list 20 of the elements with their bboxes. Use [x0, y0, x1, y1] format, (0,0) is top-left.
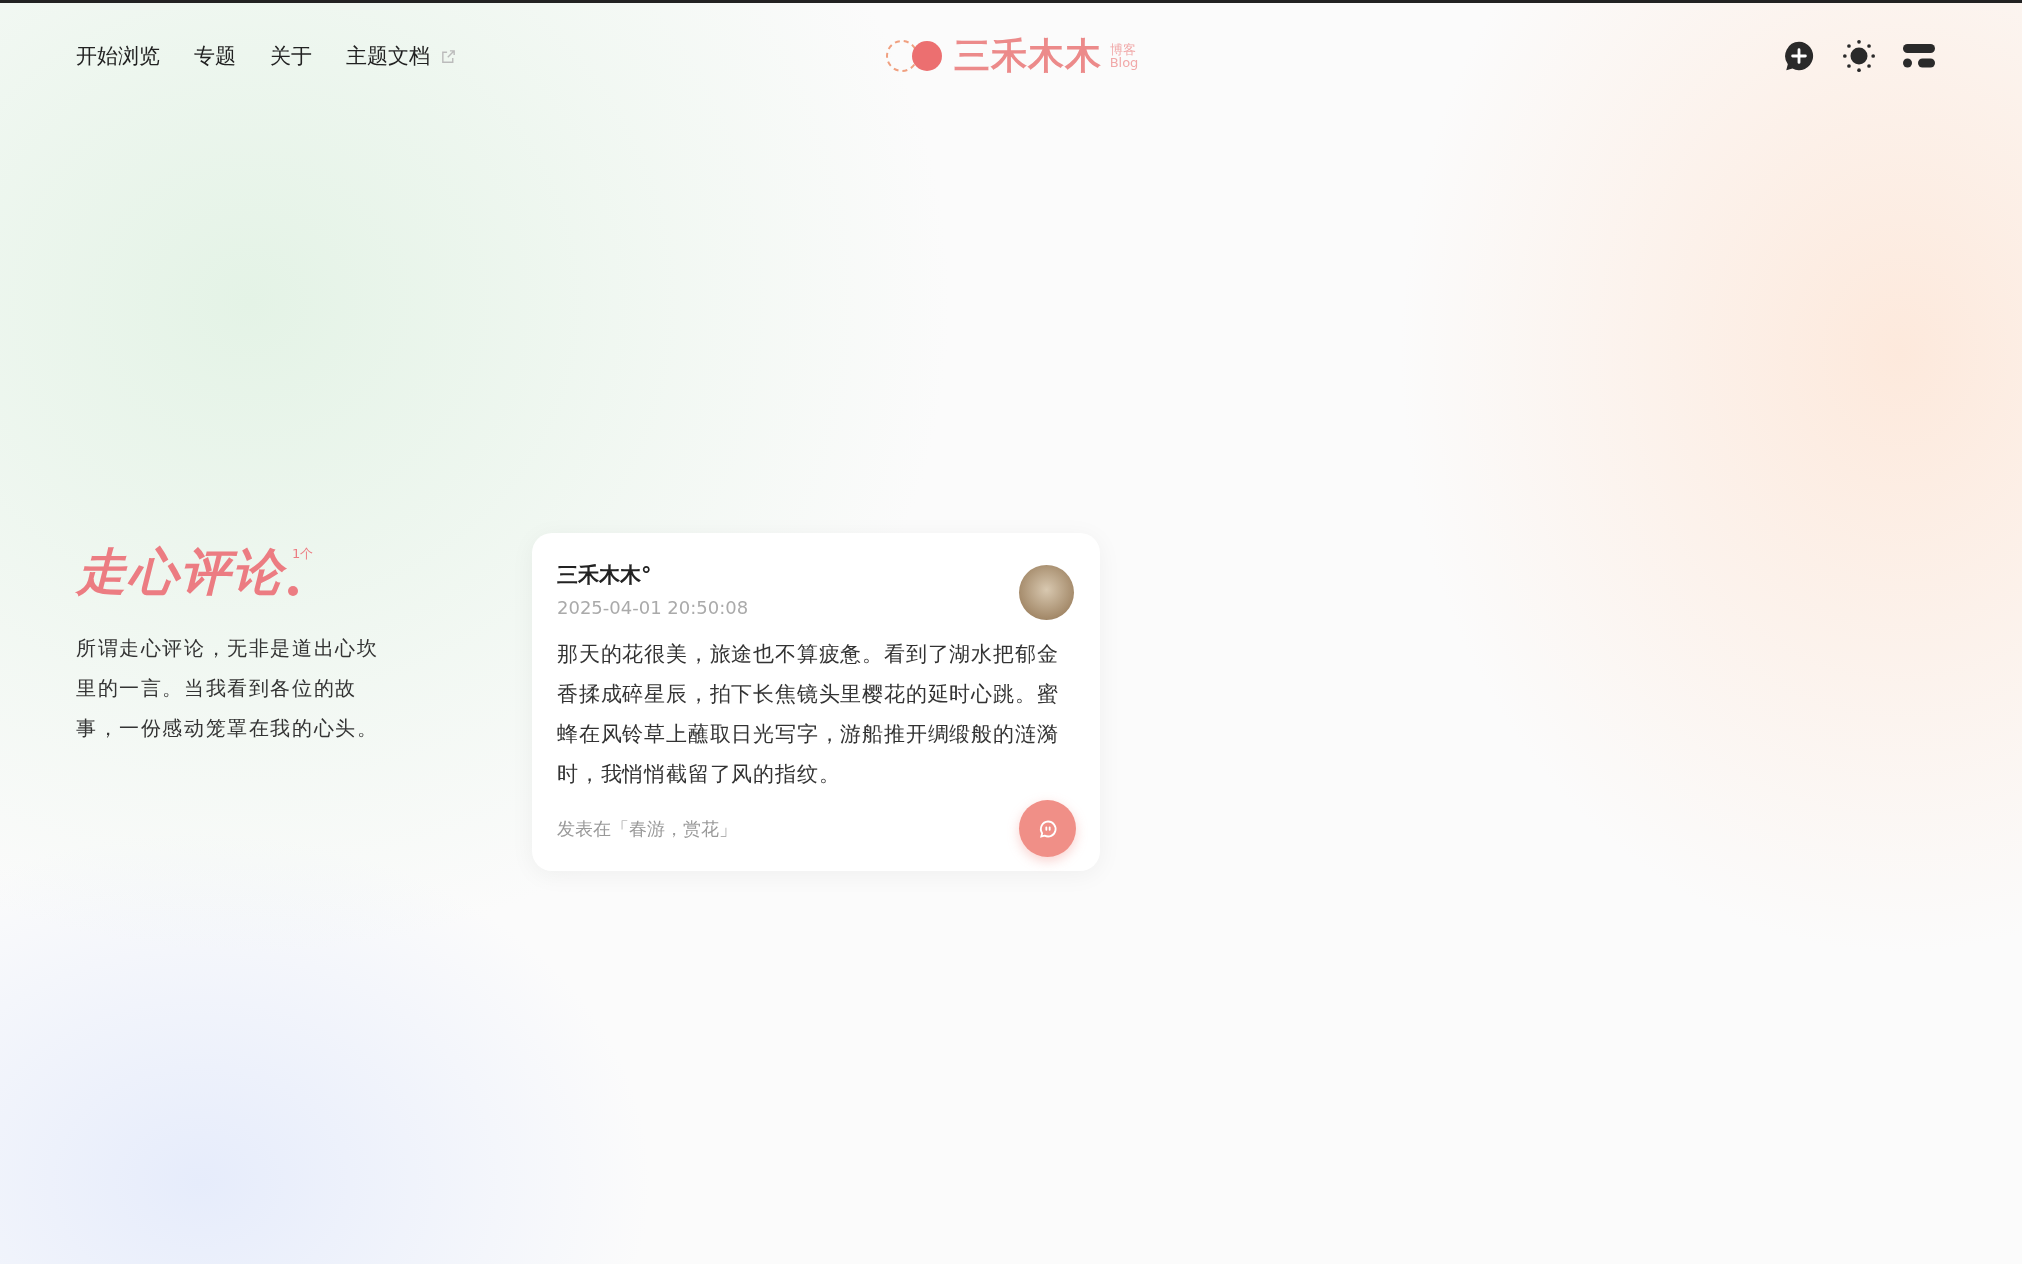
avatar	[1019, 565, 1074, 620]
chat-icon	[1037, 818, 1058, 839]
comment-text: 那天的花很美，旅途也不算疲惫。看到了湖水把郁金香揉成碎星辰，拍下长焦镜头里樱花的延时心跳。蜜蜂在风铃草上蘸取日光写字，游船推开绸缎般的涟漪时，我悄悄截留了风的指纹。	[557, 641, 1060, 788]
logo-tag: Blog	[1109, 56, 1139, 69]
nav-link[interactable]: 主题文档	[346, 42, 457, 70]
section-description: 所谓走心评论，无非是道出心坎里的一言。当我看到各位的故事，一份感动笼罩在我的心头。	[76, 635, 380, 742]
comment-source: 发表在「春游，赏花」	[557, 816, 737, 841]
sun-icon[interactable]	[1842, 39, 1876, 73]
comment-time: 2025-04-01 20:50:08	[557, 597, 749, 618]
nav-link[interactable]: 关于	[270, 42, 312, 70]
comment-author: 三禾木木°	[557, 562, 653, 589]
add-comment-icon[interactable]	[1782, 39, 1816, 73]
logo-text: 三禾木木	[953, 33, 1102, 78]
title-dot-icon	[288, 586, 298, 596]
logo-tag: 博客	[1109, 43, 1139, 56]
toggle-icon[interactable]	[1902, 41, 1936, 71]
nav-link[interactable]: 开始浏览	[76, 42, 160, 70]
comment-count: 1个	[292, 545, 314, 563]
external-link-icon	[440, 47, 457, 65]
nav-link[interactable]: 专题	[194, 42, 236, 70]
